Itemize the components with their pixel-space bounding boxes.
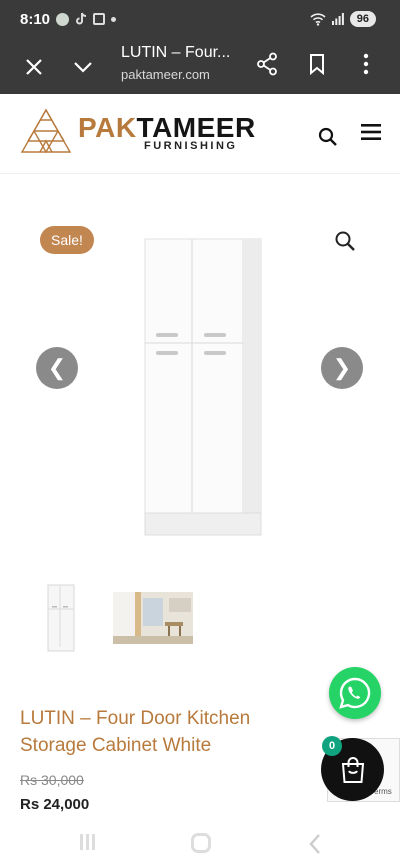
gallery-prev-button[interactable]: ❮ — [36, 347, 78, 389]
hamburger-menu-icon[interactable] — [361, 124, 381, 140]
back-icon[interactable] — [308, 833, 322, 855]
page-url[interactable]: paktameer.com — [121, 67, 210, 82]
brand-name-part1: PAK — [78, 112, 137, 143]
zoom-icon[interactable] — [334, 230, 356, 252]
status-bar: 8:10 96 — [0, 0, 400, 40]
shopping-bag-icon — [341, 756, 364, 783]
sale-badge: Sale! — [40, 226, 94, 254]
more-options-icon[interactable] — [362, 53, 370, 75]
product-title: LUTIN – Four Door Kitchen Storage Cabine… — [20, 708, 251, 756]
thumbnail-room-scene[interactable] — [113, 592, 193, 644]
product-gallery: Sale! ❮ ❯ — [0, 175, 400, 575]
signal-icon — [331, 13, 344, 25]
site-header: PAKTAMEER FURNISHING — [0, 94, 400, 174]
original-price: Rs 30,000 — [20, 772, 84, 788]
recents-icon[interactable] — [80, 834, 95, 850]
system-nav-bar — [0, 822, 400, 866]
status-right: 96 — [310, 11, 376, 27]
gallery-next-button[interactable]: ❯ — [321, 347, 363, 389]
screenshot-icon — [93, 13, 105, 25]
share-icon[interactable] — [256, 52, 278, 76]
browser-toolbar: LUTIN – Four... paktameer.com — [0, 40, 400, 94]
notification-icon — [56, 12, 69, 26]
whatsapp-icon — [339, 677, 371, 709]
search-icon[interactable] — [318, 127, 338, 147]
logo-icon[interactable] — [20, 108, 72, 154]
dot-icon — [111, 16, 116, 22]
battery-indicator: 96 — [349, 11, 376, 27]
wifi-icon — [310, 12, 326, 26]
tiktok-icon — [76, 12, 87, 25]
sale-price: Rs 24,000 — [20, 796, 90, 813]
home-icon[interactable] — [191, 833, 211, 853]
chevron-down-icon[interactable] — [72, 56, 94, 78]
whatsapp-button[interactable] — [329, 667, 381, 719]
bookmark-icon[interactable] — [308, 53, 326, 75]
status-notification-icons — [56, 12, 116, 26]
brand-name-part2: TAMEER — [136, 112, 256, 143]
thumbnail-cabinet[interactable] — [40, 583, 80, 653]
page-title: LUTIN – Four... — [121, 44, 231, 61]
cart-count-badge: 0 — [322, 736, 342, 756]
status-time: 8:10 — [20, 11, 51, 28]
close-icon[interactable] — [23, 56, 45, 78]
product-image[interactable] — [144, 237, 264, 537]
brand-subtitle: FURNISHING — [144, 140, 238, 152]
